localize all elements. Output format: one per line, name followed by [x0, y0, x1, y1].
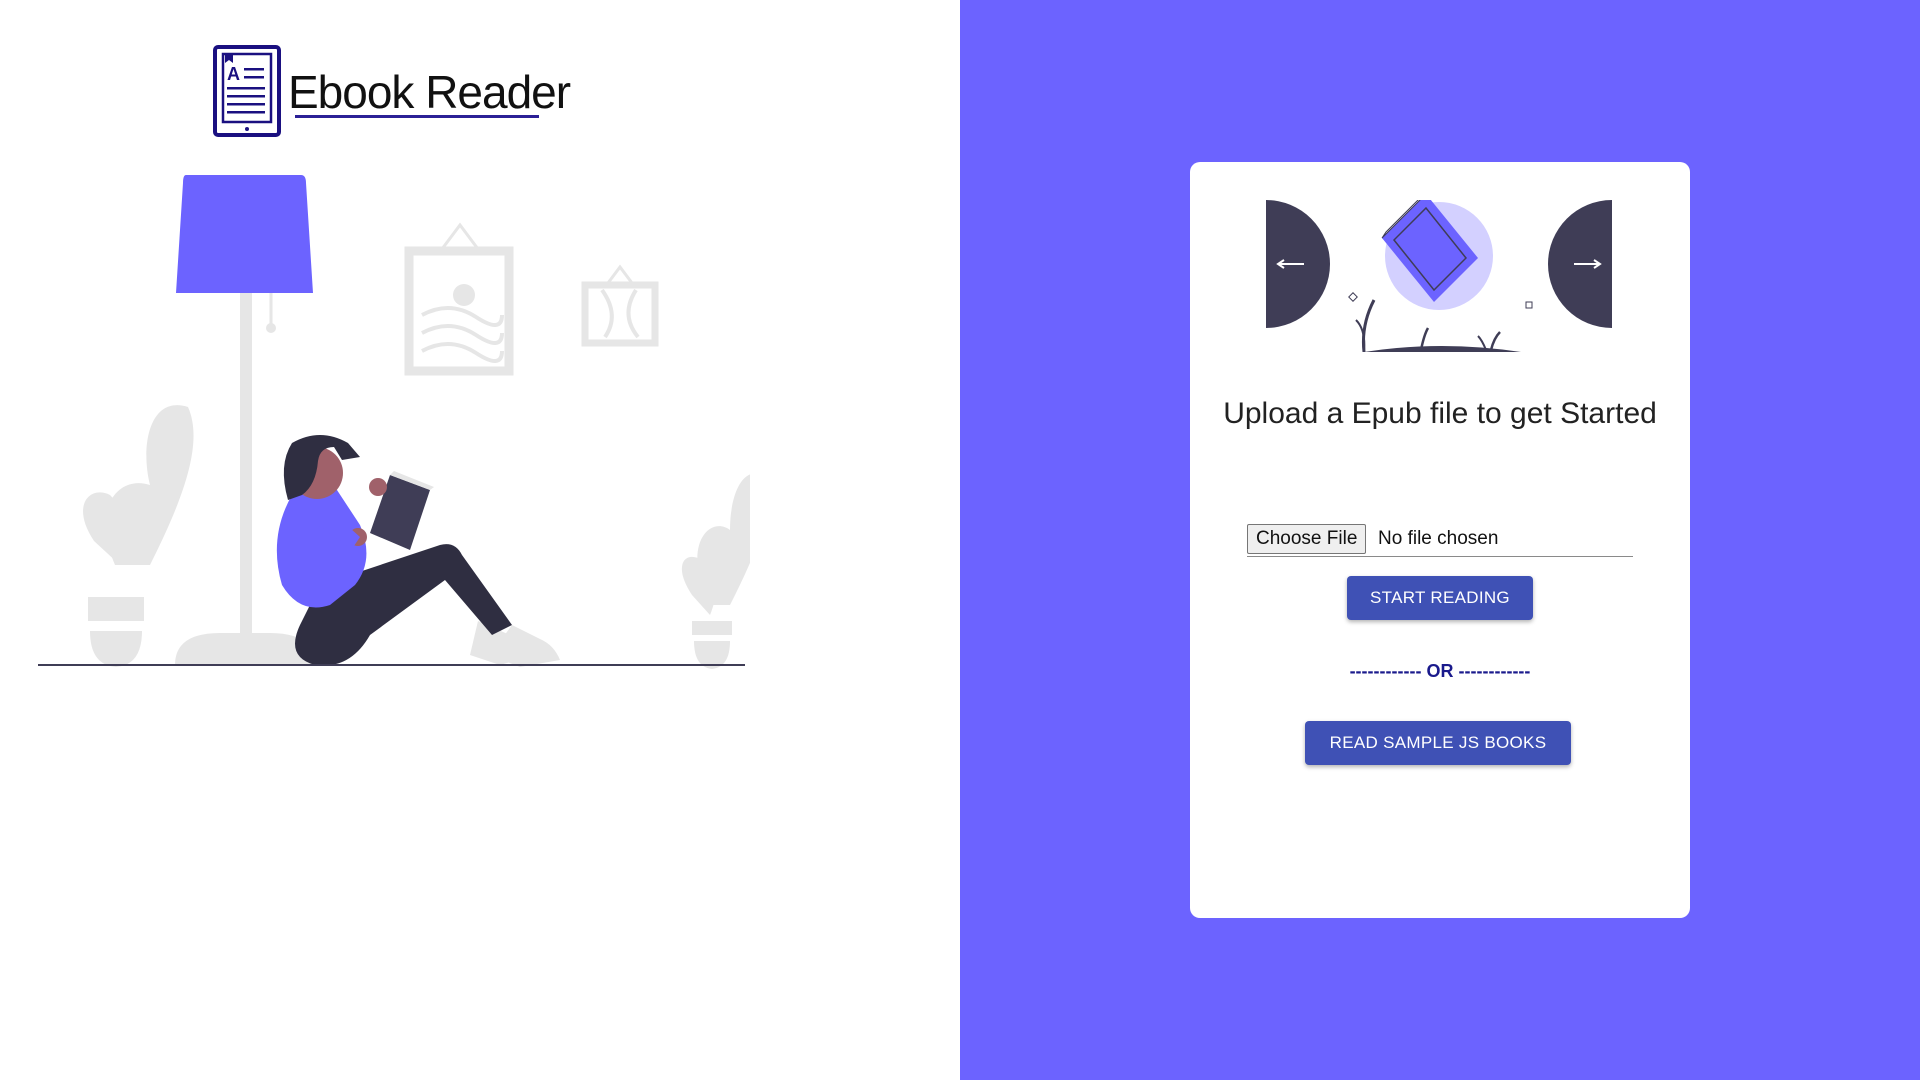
- next-arrow-icon: [1548, 200, 1612, 328]
- book-with-arrows-illustration: [1266, 200, 1612, 352]
- brand-underline: [295, 115, 539, 118]
- start-reading-button[interactable]: START READING: [1347, 576, 1533, 620]
- or-divider: ------------ OR ------------: [1349, 661, 1531, 681]
- epub-file-input[interactable]: Choose File No file chosen: [1247, 524, 1633, 557]
- upload-card: Upload a Epub file to get Started Choose…: [1190, 162, 1690, 918]
- woman-reading-illustration: [38, 175, 750, 669]
- right-pane: Upload a Epub file to get Started Choose…: [960, 0, 1920, 1080]
- choose-file-button[interactable]: Choose File: [1247, 524, 1367, 554]
- brand-logo: A Ebook Reader: [213, 45, 571, 140]
- picture-frame-icon: [404, 222, 514, 376]
- left-pane: A Ebook Reader: [0, 0, 960, 1080]
- logo-letter: A: [227, 64, 240, 84]
- brand-name: Ebook Reader: [288, 66, 571, 118]
- read-sample-books-button[interactable]: READ SAMPLE JS BOOKS: [1305, 721, 1571, 765]
- plant-left-icon: [83, 405, 194, 667]
- file-status-text: No file chosen: [1378, 528, 1499, 549]
- prev-arrow-icon: [1266, 200, 1330, 328]
- ebook-tablet-icon: A: [213, 45, 281, 137]
- woman-reading-figure: [276, 435, 560, 667]
- plant-right-icon: [681, 474, 750, 669]
- upload-title: Upload a Epub file to get Started: [1223, 397, 1657, 430]
- small-frame-icon: [581, 264, 659, 347]
